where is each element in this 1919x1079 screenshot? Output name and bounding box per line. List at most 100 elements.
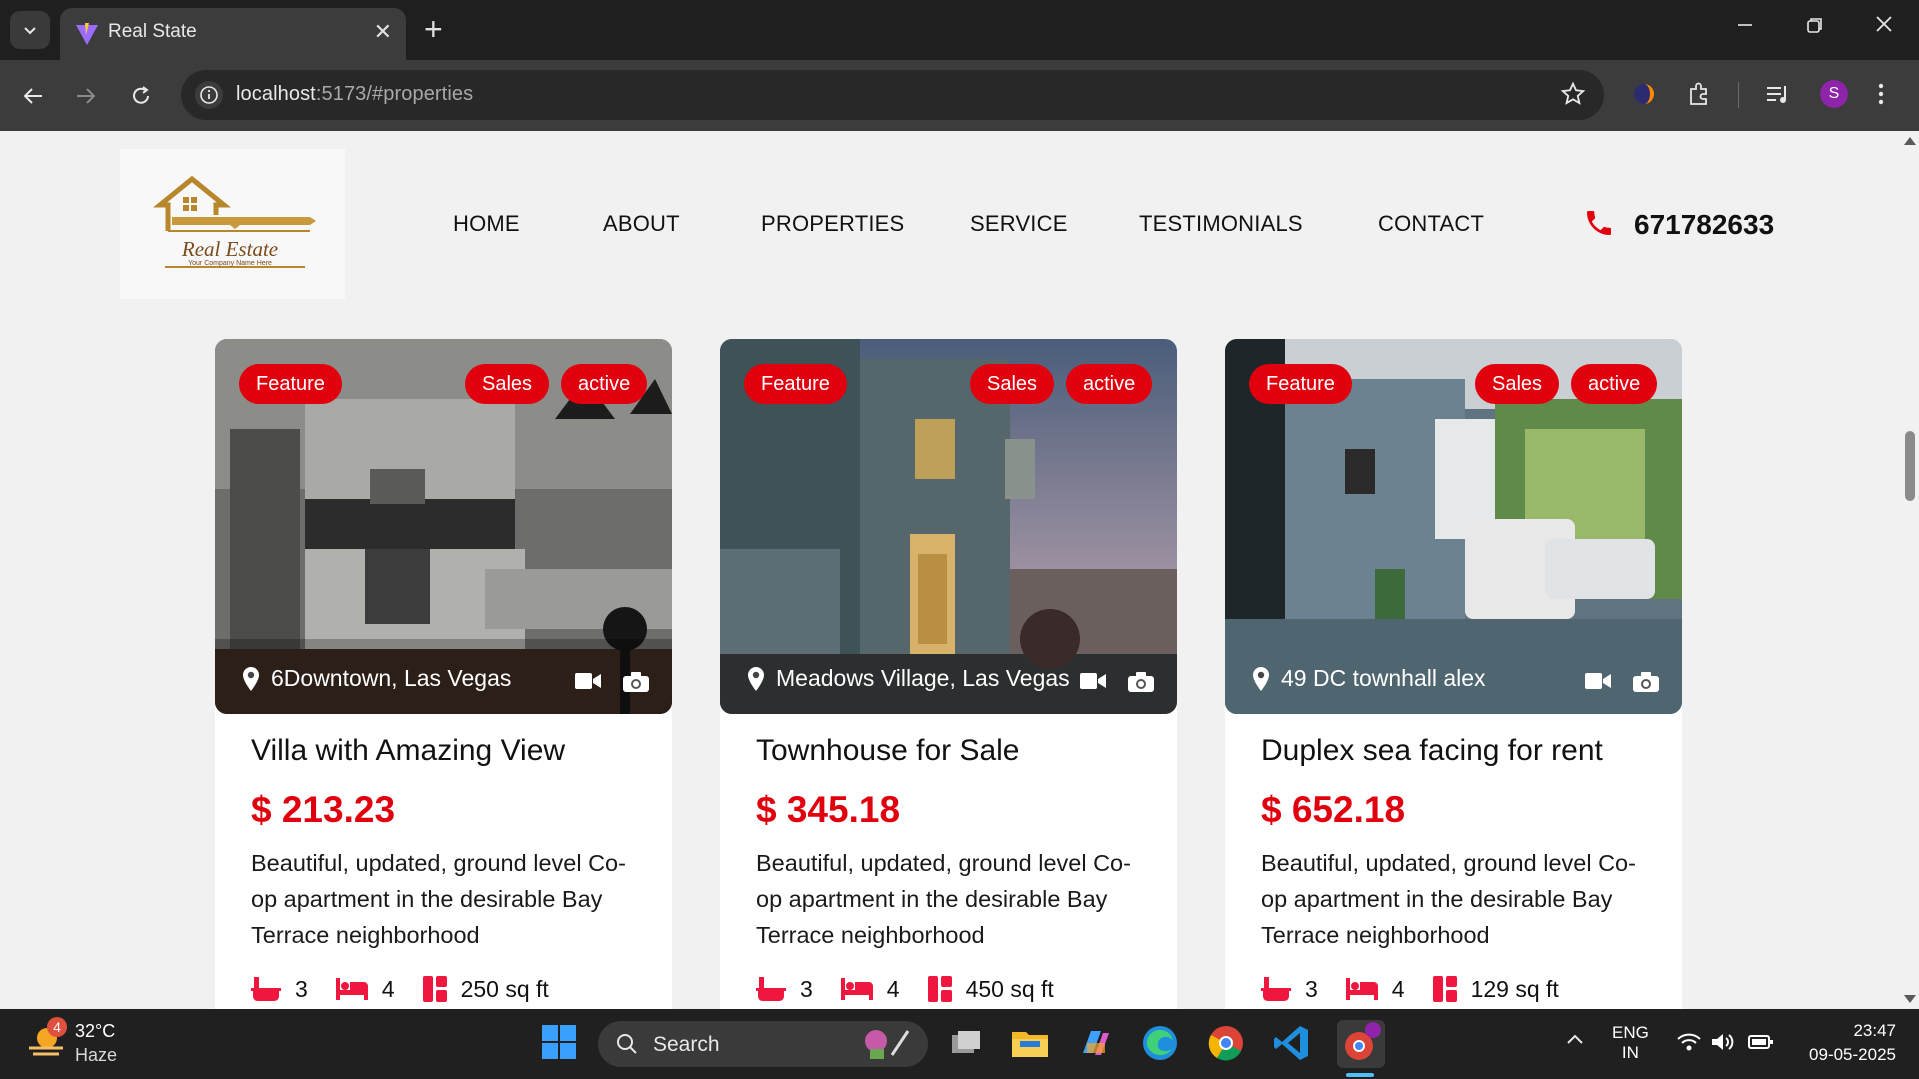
property-features: 3 4 450 sq ft <box>756 975 1082 1003</box>
browser-tab-strip: Real State ✕ + <box>0 0 1919 60</box>
bed-icon <box>1345 978 1378 1000</box>
feature-area: 450 sq ft <box>927 976 1054 1003</box>
badge-status: active <box>1066 364 1153 404</box>
vite-favicon-icon <box>76 23 98 45</box>
badge-status: active <box>1571 364 1658 404</box>
scroll-up-arrow-icon[interactable] <box>1904 137 1916 145</box>
badge-sales: Sales <box>1475 364 1560 404</box>
file-explorer-icon[interactable] <box>1010 1023 1052 1065</box>
volume-icon[interactable] <box>1710 1031 1736 1058</box>
scroll-down-arrow-icon[interactable] <box>1904 995 1916 1003</box>
phone-number[interactable]: 671782633 <box>1634 209 1774 241</box>
forward-button[interactable] <box>70 80 102 112</box>
house-key-logo-icon <box>152 175 316 268</box>
address-bar[interactable]: localhost:5173/#properties <box>181 70 1604 120</box>
chrome-profile-active-icon[interactable] <box>1337 1020 1385 1068</box>
location-pin-icon <box>243 666 259 691</box>
profile-avatar[interactable]: S <box>1820 80 1848 108</box>
camera-icon[interactable] <box>623 672 649 692</box>
bookmark-star-icon[interactable] <box>1560 81 1586 112</box>
clock-time: 23:47 <box>1853 1021 1896 1040</box>
active-app-indicator <box>1346 1073 1374 1077</box>
property-title[interactable]: Duplex sea facing for rent <box>1261 734 1603 768</box>
battery-icon[interactable] <box>1748 1033 1774 1056</box>
tab-search-button[interactable] <box>10 11 50 49</box>
site-info-icon[interactable] <box>195 81 223 109</box>
new-tab-button[interactable]: + <box>424 12 443 46</box>
start-button[interactable] <box>540 1023 582 1065</box>
chrome-menu-icon[interactable] <box>1876 80 1886 113</box>
wifi-icon[interactable] <box>1676 1031 1702 1058</box>
property-card[interactable]: Feature Sales active 6Downtown, Las Vega… <box>215 339 672 1009</box>
windows-logo-icon <box>542 1025 576 1059</box>
taskbar-search[interactable]: Search <box>598 1021 928 1067</box>
property-location: Meadows Village, Las Vegas <box>746 665 1070 692</box>
feature-area: 250 sq ft <box>422 976 549 1003</box>
badge-feature: Feature <box>1249 364 1352 404</box>
restore-button[interactable] <box>1806 14 1824 40</box>
media-icons <box>1585 672 1659 692</box>
browser-toolbar: localhost:5173/#properties <box>0 60 1919 131</box>
language-indicator[interactable]: ENG IN <box>1612 1023 1649 1063</box>
video-icon[interactable] <box>1585 672 1611 690</box>
property-card[interactable]: Feature Sales active 49 DC townhall alex… <box>1225 339 1682 1009</box>
nav-service[interactable]: SERVICE <box>970 211 1068 237</box>
chrome-icon[interactable] <box>1206 1023 1248 1065</box>
media-icons <box>1080 672 1154 692</box>
minimize-button[interactable] <box>1736 14 1754 40</box>
feature-area: 129 sq ft <box>1432 976 1559 1003</box>
video-icon[interactable] <box>575 672 601 690</box>
extension-ring-icon[interactable] <box>1630 80 1658 113</box>
logo-text: Real Estate <box>181 237 279 261</box>
tab-close-icon[interactable]: ✕ <box>374 20 392 44</box>
edge-icon[interactable] <box>1140 1023 1182 1065</box>
bathtub-icon <box>1261 977 1291 1001</box>
nav-about[interactable]: ABOUT <box>603 211 680 237</box>
property-price: $ 345.18 <box>756 789 901 830</box>
site-logo[interactable]: Real Estate Your Company Name Here <box>120 149 345 299</box>
bathtub-icon <box>756 977 786 1001</box>
property-location: 49 DC townhall alex <box>1251 665 1486 692</box>
video-icon[interactable] <box>1080 672 1106 690</box>
close-icon <box>1876 16 1892 32</box>
scroll-thumb[interactable] <box>1905 431 1915 501</box>
close-window-button[interactable] <box>1874 14 1894 40</box>
badge-feature: Feature <box>744 364 847 404</box>
nav-home[interactable]: HOME <box>453 211 520 237</box>
nav-contact[interactable]: CONTACT <box>1378 211 1484 237</box>
arrow-right-icon <box>77 88 96 104</box>
property-description: Beautiful, updated, ground level Co-op a… <box>756 850 1131 948</box>
weather-condition: Haze <box>75 1045 118 1065</box>
reload-button[interactable] <box>125 80 157 112</box>
media-control-icon[interactable] <box>1764 80 1792 113</box>
property-title[interactable]: Villa with Amazing View <box>251 734 565 768</box>
search-icon <box>617 1034 637 1054</box>
chevron-down-icon <box>24 27 36 35</box>
property-description: Beautiful, updated, ground level Co-op a… <box>1261 850 1636 948</box>
nav-properties[interactable]: PROPERTIES <box>761 211 904 237</box>
back-button[interactable] <box>17 80 49 112</box>
camera-icon[interactable] <box>1633 672 1659 692</box>
copilot-icon[interactable] <box>1075 1023 1117 1065</box>
property-title[interactable]: Townhouse for Sale <box>756 734 1020 768</box>
feature-baths: 3 <box>756 975 813 1003</box>
area-icon <box>1432 976 1457 1002</box>
extensions-puzzle-icon[interactable] <box>1686 80 1714 113</box>
arrow-left-icon <box>23 88 42 104</box>
location-pin-icon <box>1253 666 1269 691</box>
badge-status: active <box>561 364 648 404</box>
clock[interactable]: 23:47 09-05-2025 <box>1796 1021 1896 1065</box>
page-scrollbar[interactable] <box>1901 131 1919 1009</box>
location-pin-icon <box>748 666 764 691</box>
reload-icon <box>133 86 149 104</box>
camera-icon[interactable] <box>1128 672 1154 692</box>
property-card[interactable]: Feature Sales active Meadows Village, La… <box>720 339 1177 1009</box>
nav-testimonials[interactable]: TESTIMONIALS <box>1139 211 1303 237</box>
property-description: Beautiful, updated, ground level Co-op a… <box>251 850 626 948</box>
task-view-icon[interactable] <box>946 1023 988 1065</box>
location-text: 49 DC townhall alex <box>1281 665 1486 691</box>
vscode-icon[interactable] <box>1272 1023 1314 1065</box>
property-features: 3 4 129 sq ft <box>1261 975 1587 1003</box>
browser-tab[interactable]: Real State ✕ <box>60 8 406 60</box>
tray-overflow-icon[interactable] <box>1565 1031 1585 1051</box>
